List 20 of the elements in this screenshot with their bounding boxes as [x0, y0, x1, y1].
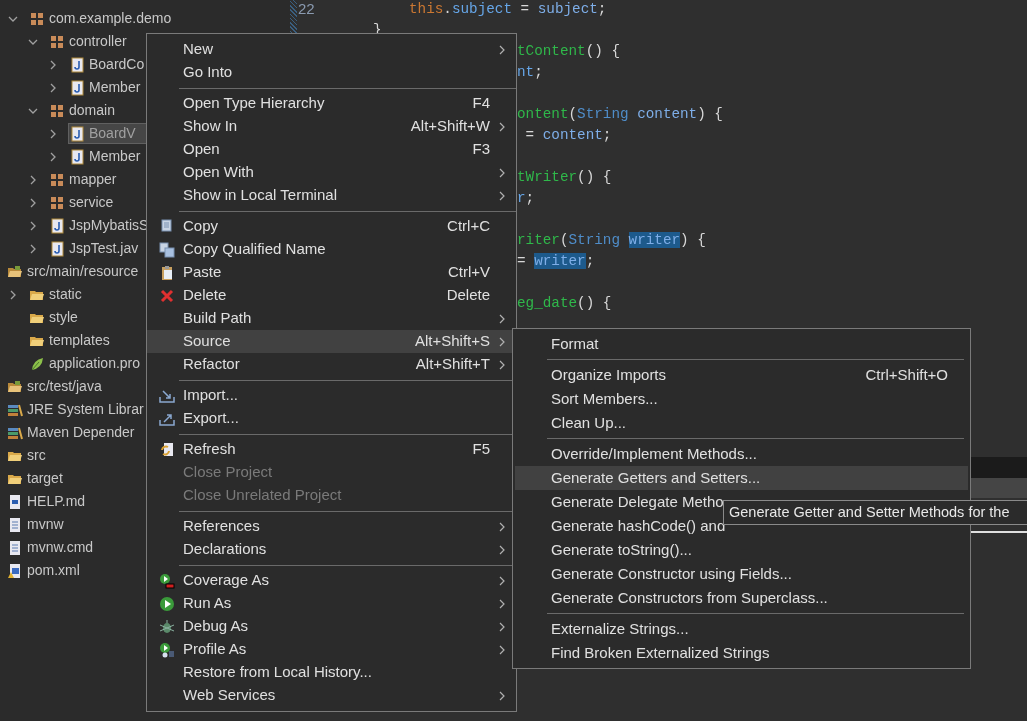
line-number: 22 [298, 0, 315, 18]
shortcut-text: Ctrl+C [447, 216, 490, 237]
shortcut-text: F4 [472, 93, 490, 114]
code-line: ontent(String content) { [517, 105, 723, 122]
tooltip: Generate Getter and Setter Methods for the [723, 500, 1027, 525]
shortcut-text: F5 [472, 439, 490, 460]
code-line: eg_date() { [517, 294, 612, 311]
shortcut-text: Ctrl+V [447, 262, 490, 283]
code-line: tWriter() { [517, 168, 612, 185]
shortcut-text: Alt+Shift+T [415, 354, 490, 375]
code-line: = content; [524, 126, 612, 143]
shortcut-text: Alt+Shift+W [410, 116, 490, 137]
code-line: this.subject = subject; [409, 0, 607, 17]
shortcut-text: F3 [472, 139, 490, 160]
shortcut-text: Alt+Shift+S [414, 331, 490, 352]
shortcut-text: Ctrl+Shift+O [865, 364, 948, 385]
code-line: r; [517, 189, 535, 206]
shortcut-text: Delete [446, 285, 490, 306]
code-line: tContent() { [517, 42, 620, 59]
code-line: nt; [517, 63, 543, 80]
